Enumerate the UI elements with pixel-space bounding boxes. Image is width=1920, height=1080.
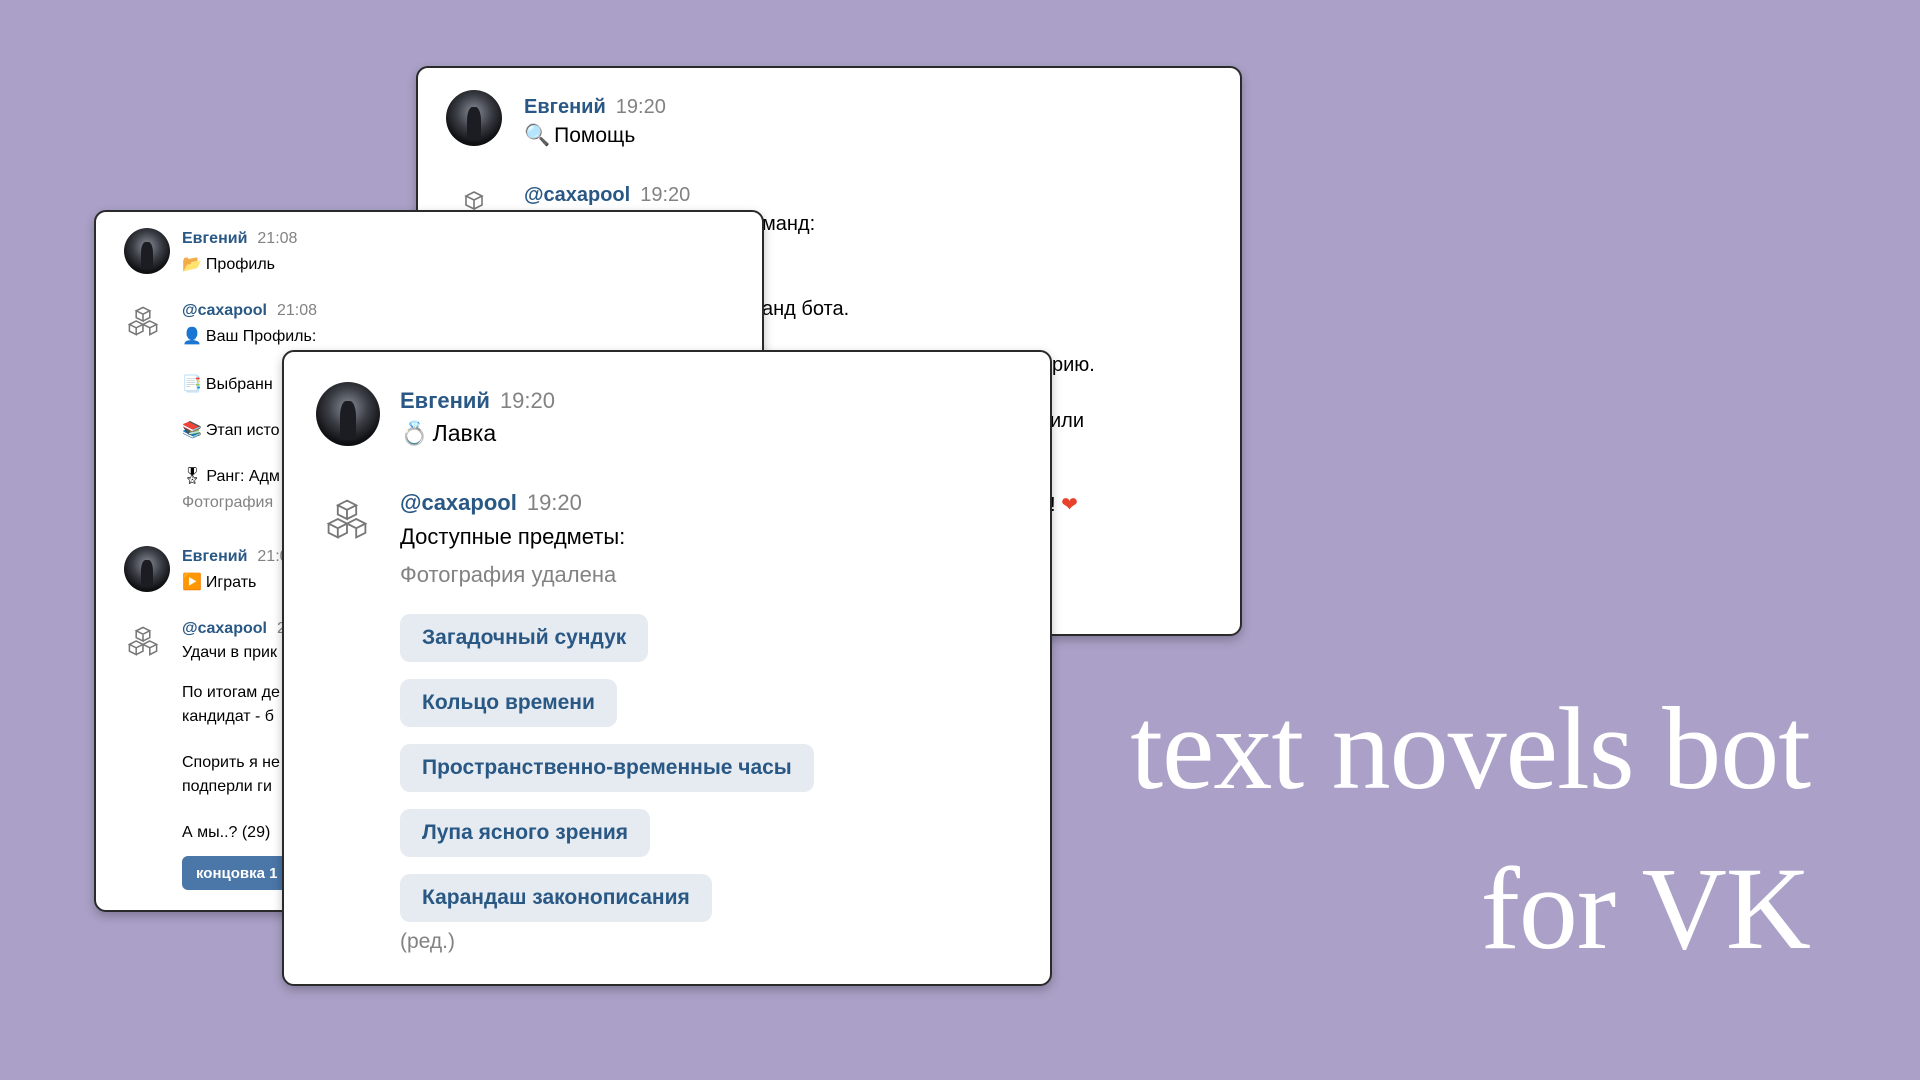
chat-window-shop: Евгений 19:20 💍 Лавка @caxapool 19:20 Досту… bbox=[282, 350, 1052, 986]
message-header: Евгений 19:20 bbox=[524, 96, 666, 119]
message-text: А мы..? (29) bbox=[182, 824, 271, 841]
magnifier-icon: 🔍 bbox=[524, 124, 551, 147]
message-header: @caxapool 19:20 bbox=[400, 490, 582, 516]
message-header: Евгений 19:20 bbox=[400, 388, 555, 414]
ending-button[interactable]: концовка 1 bbox=[182, 856, 292, 890]
folder-icon: 📂 bbox=[182, 256, 202, 273]
author-name[interactable]: @caxapool bbox=[182, 302, 267, 319]
avatar[interactable] bbox=[316, 382, 380, 446]
cubes-icon bbox=[127, 306, 159, 336]
timestamp: 19:20 bbox=[499, 388, 555, 413]
message-text: 🔍 Помощь bbox=[524, 124, 636, 147]
avatar[interactable] bbox=[446, 90, 502, 146]
message-header: @caxapool2 bbox=[182, 620, 286, 638]
message-text: Спорить я не bbox=[182, 754, 280, 771]
ring-icon: 💍 bbox=[400, 420, 429, 446]
message-text: ▶️ Играть bbox=[182, 574, 257, 591]
tagline-line1: text novels bot bbox=[1130, 683, 1811, 814]
document-icon: 📑 bbox=[182, 376, 202, 393]
books-icon: 📚 bbox=[182, 422, 202, 439]
avatar[interactable] bbox=[124, 228, 170, 274]
message-text: 📑 Выбранн bbox=[182, 376, 273, 393]
author-name[interactable]: Евгений bbox=[524, 96, 606, 118]
partial-text: анд бота. bbox=[762, 298, 850, 320]
message-header: @caxapool 21:08 bbox=[182, 302, 317, 320]
timestamp: 19:20 bbox=[615, 96, 666, 118]
message-header: Евгений 21:08 bbox=[182, 230, 297, 248]
message-text: Удачи в прик bbox=[182, 644, 277, 661]
medal-icon: 🎖 bbox=[182, 468, 203, 485]
message-text: 🎖 Ранг: Адм bbox=[182, 468, 280, 485]
photo-removed: Фотография удалена bbox=[400, 562, 617, 587]
timestamp: 21:08 bbox=[276, 302, 318, 319]
timestamp: 19:20 bbox=[640, 184, 691, 206]
cubes-icon bbox=[127, 626, 159, 656]
avatar[interactable] bbox=[124, 546, 170, 592]
author-name[interactable]: @caxapool bbox=[400, 490, 517, 515]
cubes-icon bbox=[326, 499, 368, 539]
item-button-clock[interactable]: Пространственно-временные часы bbox=[400, 744, 814, 792]
message-header: Евгений 21:0 bbox=[182, 548, 289, 566]
message-text: По итогам де bbox=[182, 684, 280, 701]
author-name[interactable]: Евгений bbox=[400, 388, 490, 413]
partial-text: ! ❤ bbox=[1050, 494, 1078, 516]
author-name[interactable]: Евгений bbox=[182, 230, 247, 247]
message-text: 💍 Лавка bbox=[400, 420, 497, 446]
item-button-chest[interactable]: Загадочный сундук bbox=[400, 614, 649, 662]
item-button-magnifier[interactable]: Лупа ясного зрения bbox=[400, 809, 650, 857]
message-text: Доступные предметы: bbox=[400, 524, 626, 549]
user-icon: 👤 bbox=[182, 328, 202, 345]
message-text: 📂 Профиль bbox=[182, 256, 275, 273]
author-name[interactable]: @caxapool bbox=[182, 620, 267, 637]
author-name[interactable]: Евгений bbox=[182, 548, 247, 565]
message-text: подперли ги bbox=[182, 778, 272, 795]
message-header: @caxapool 19:20 bbox=[524, 184, 690, 207]
timestamp: 21:08 bbox=[257, 230, 298, 247]
message-text: 👤 Ваш Профиль: bbox=[182, 328, 317, 345]
item-button-ring[interactable]: Кольцо времени bbox=[400, 679, 617, 727]
author-name[interactable]: @caxapool bbox=[524, 184, 630, 206]
partial-text: манд: bbox=[762, 213, 816, 235]
partial-text: рию. bbox=[1052, 354, 1095, 376]
item-button-pencil[interactable]: Карандаш законописания bbox=[400, 874, 712, 922]
heart-icon: ❤ bbox=[1061, 494, 1078, 516]
play-icon: ▶️ bbox=[182, 574, 202, 591]
edited-label: (ред.) bbox=[400, 930, 455, 953]
partial-text: или bbox=[1050, 410, 1085, 432]
photo-placeholder: Фотография bbox=[182, 494, 274, 511]
message-text: 📚 Этап исто bbox=[182, 422, 280, 439]
tagline-line2: for VK bbox=[1480, 843, 1811, 974]
message-text: кандидат - б bbox=[182, 708, 274, 725]
timestamp: 19:20 bbox=[526, 490, 582, 515]
